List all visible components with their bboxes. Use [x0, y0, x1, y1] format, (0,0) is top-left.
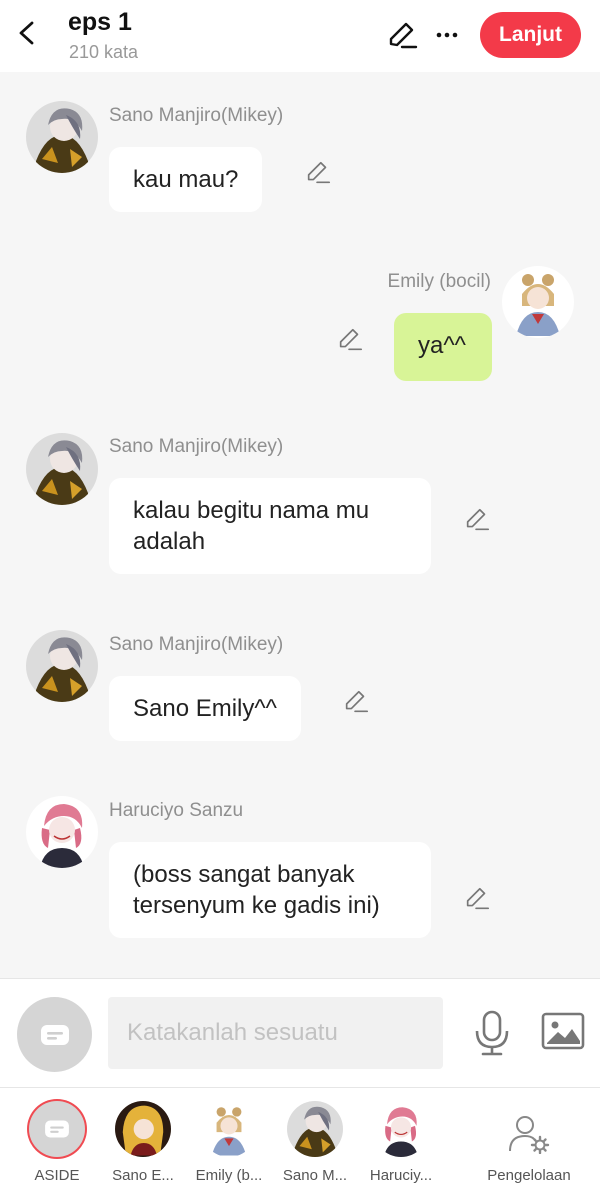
tab-management[interactable]: Pengelolaan	[484, 1088, 574, 1195]
tab-character-haruciyo[interactable]: Haruciy...	[356, 1088, 446, 1195]
aside-icon	[40, 1024, 69, 1045]
edit-message-icon[interactable]	[304, 159, 332, 187]
avatar	[201, 1101, 257, 1157]
edit-message-icon[interactable]	[463, 506, 491, 534]
sender-name: Emily (bocil)	[387, 271, 491, 292]
tab-character-sano-emily[interactable]: Sano E...	[98, 1088, 188, 1195]
user-settings-icon	[509, 1116, 550, 1154]
message-bubble[interactable]: ya^^	[394, 313, 492, 381]
avatar[interactable]	[26, 796, 98, 868]
character-bar: ASIDE Sano E... Emily (b... Sano M... Ha…	[0, 1088, 600, 1195]
avatar	[373, 1101, 429, 1157]
message-bubble[interactable]: (boss sangat banyak tersenyum ke gadis i…	[109, 842, 431, 938]
edit-pencil-icon[interactable]	[388, 20, 418, 50]
edit-message-icon[interactable]	[342, 688, 370, 716]
microphone-icon[interactable]	[472, 1009, 512, 1057]
tab-label: ASIDE	[34, 1167, 80, 1184]
avatar[interactable]	[26, 101, 98, 173]
chat-area: Sano Manjiro(Mikey) kau mau? Emily (boci…	[0, 72, 600, 978]
next-button[interactable]: Lanjut	[480, 12, 581, 58]
edit-message-icon[interactable]	[336, 326, 364, 354]
avatar	[115, 1101, 171, 1157]
tab-label: Haruciy...	[369, 1167, 433, 1184]
avatar	[287, 1101, 343, 1157]
tab-aside[interactable]: ASIDE	[12, 1088, 102, 1195]
aside-icon	[29, 1101, 85, 1157]
image-icon[interactable]	[541, 1011, 585, 1051]
sender-name: Sano Manjiro(Mikey)	[109, 105, 284, 126]
tab-label: Emily (b...	[195, 1167, 263, 1184]
avatar[interactable]	[26, 630, 98, 702]
tab-label: Sano M...	[282, 1167, 348, 1184]
avatar[interactable]	[26, 433, 98, 505]
more-options-icon[interactable]	[434, 22, 460, 48]
message-input[interactable]	[108, 997, 443, 1069]
tab-character-emily[interactable]: Emily (b...	[184, 1088, 274, 1195]
sender-name: Haruciyo Sanzu	[109, 800, 244, 821]
composer-bar	[0, 978, 600, 1088]
sender-name: Sano Manjiro(Mikey)	[109, 436, 284, 457]
story-title: eps 1	[68, 8, 132, 36]
tab-label: Sano E...	[112, 1167, 174, 1184]
avatar[interactable]	[502, 266, 574, 338]
message-bubble[interactable]: kau mau?	[109, 147, 263, 212]
message-bubble[interactable]: kalau begitu nama mu adalah	[109, 478, 431, 574]
sender-name: Sano Manjiro(Mikey)	[109, 634, 284, 655]
tab-label: Pengelolaan	[487, 1167, 571, 1184]
message-bubble[interactable]: Sano Emily^^	[109, 676, 301, 741]
aside-button[interactable]	[17, 997, 92, 1072]
top-bar: eps 1 210 kata Lanjut	[0, 0, 600, 72]
edit-message-icon[interactable]	[463, 885, 491, 913]
back-arrow-icon[interactable]	[14, 18, 40, 48]
word-count: 210 kata	[69, 42, 139, 62]
tab-character-sano-manjiro[interactable]: Sano M...	[270, 1088, 360, 1195]
